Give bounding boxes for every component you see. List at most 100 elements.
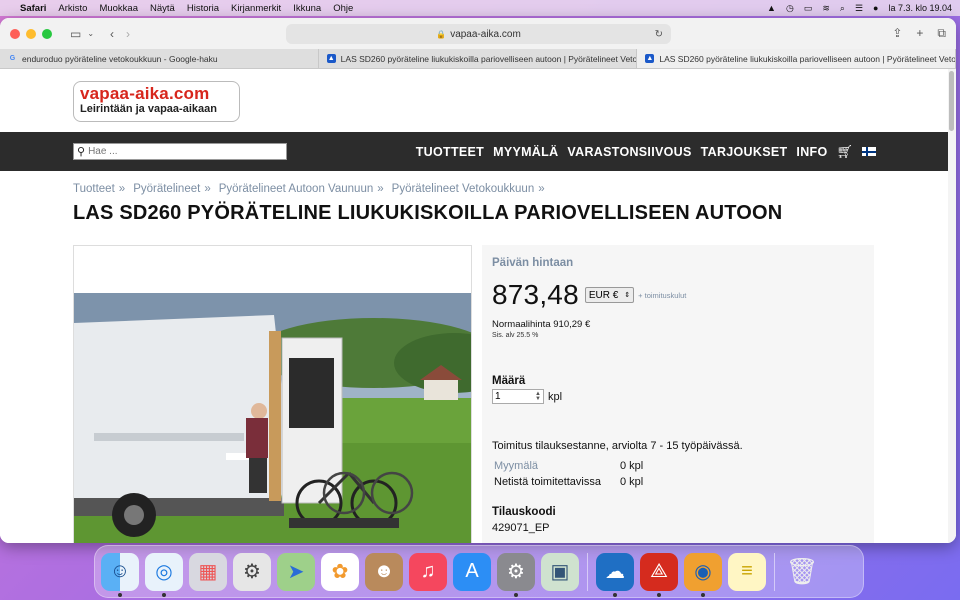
order-code-label: Tilauskoodi [492, 506, 556, 518]
breadcrumb-separator: » [377, 183, 384, 195]
search-icon[interactable]: ⚲ [77, 145, 85, 158]
warning-icon[interactable]: ▲ [767, 3, 776, 13]
tab-product-1[interactable]: ▲ LAS SD260 pyöräteline liukukiskoilla p… [319, 49, 638, 68]
new-tab-icon[interactable]: + [916, 26, 923, 41]
google-icon: G [9, 55, 16, 62]
select-arrows-icon: ⇕ [624, 292, 631, 299]
stock-location-store[interactable]: Myymälä [492, 458, 618, 474]
notes-icon[interactable]: ≡ [728, 552, 766, 591]
dock: ☺ ◎ ▦ ⚙ ➤ ✿ ☻ ♫ A ⚙ ▣ ☁ ⟁ ◉ ≡ 🗑︎ [94, 545, 864, 598]
finnish-flag-icon[interactable] [862, 147, 876, 156]
normal-price: Normaalihinta 910,29 € [492, 319, 591, 330]
menu-nayta[interactable]: Näytä [150, 3, 175, 14]
breadcrumb-separator: » [118, 183, 126, 195]
quantity-label: Määrä [492, 375, 526, 387]
shipping-link[interactable]: + toimituskulut [638, 291, 686, 300]
photos-icon[interactable]: ✿ [321, 552, 359, 591]
product-photo[interactable] [74, 293, 472, 543]
tab-product-2-active[interactable]: ▲ LAS SD260 pyöräteline liukukiskoilla p… [637, 49, 956, 68]
safari-window: ▭ ⌄ ‹ › 🔒 vapaa-aika.com ↻ ⇪ + ⧉ G endur… [0, 18, 956, 543]
contacts-icon[interactable]: ☻ [365, 552, 403, 591]
nav-tuotteet[interactable]: TUOTTEET [416, 145, 484, 159]
nav-myymala[interactable]: MYYMÄLÄ [493, 145, 558, 159]
search-input[interactable] [88, 146, 269, 157]
address-url: vapaa-aika.com [450, 28, 521, 40]
minimize-window-button[interactable] [26, 28, 36, 39]
product-image-frame [73, 245, 472, 543]
menu-kirjanmerkit[interactable]: Kirjanmerkit [231, 3, 281, 14]
app-store-icon[interactable]: A [453, 552, 491, 591]
vat-note: Sis. alv 25.5 % [492, 332, 539, 339]
menu-ohje[interactable]: Ohje [333, 3, 353, 14]
trash-icon[interactable]: 🗑︎ [783, 553, 821, 591]
reload-icon[interactable]: ↻ [655, 29, 663, 40]
breadcrumb-item[interactable]: Pyörätelineet [133, 183, 200, 195]
breadcrumb-item[interactable]: Pyörätelineet Autoon Vaunuun [219, 183, 374, 195]
dock-separator [587, 552, 588, 591]
siri-icon[interactable]: ● [873, 3, 878, 13]
cart-icon[interactable]: 🛒︎ [836, 144, 853, 160]
table-row: Netistä toimitettavissa 0 kpl [492, 474, 645, 490]
scrollbar-thumb[interactable] [949, 71, 954, 131]
quantity-stepper[interactable]: 1 ▲ ▼ [492, 389, 544, 404]
site-logo[interactable]: vapaa-aika.com Leirintään ja vapaa-aikaa… [73, 81, 240, 122]
launchpad-icon[interactable]: ▦ [189, 552, 227, 591]
network-globe-icon[interactable]: ◉ [684, 552, 722, 597]
stock-count: 0 kpl [620, 476, 644, 488]
price-panel: Päivän hintaan 873,48 EUR € ⇕ + toimitus… [482, 245, 874, 543]
share-icon[interactable]: ⇪ [892, 26, 902, 41]
price-value: 873,48 [492, 279, 579, 310]
system-preferences-icon[interactable]: ⚙ [497, 552, 535, 597]
breadcrumb-separator: » [204, 183, 211, 195]
sidebar-chevron-down-icon[interactable]: ⌄ [87, 29, 94, 38]
breadcrumb-item[interactable]: Pyörätelineet Vetokoukkuun [392, 183, 535, 195]
nav-info[interactable]: INFO [796, 145, 827, 159]
main-navigation: ⚲ TUOTTEET MYYMÄLÄ VARASTONSIIVOUS TARJO… [0, 132, 948, 171]
back-icon[interactable]: ‹ [110, 27, 114, 41]
nav-varastonsiivous[interactable]: VARASTONSIIVOUS [567, 145, 691, 159]
finder-icon[interactable]: ☺ [101, 552, 139, 597]
automator-icon[interactable]: ⚙ [233, 552, 271, 591]
tab-overview-icon[interactable]: ⧉ [937, 26, 946, 41]
browser-toolbar: ▭ ⌄ ‹ › 🔒 vapaa-aika.com ↻ ⇪ + ⧉ [0, 18, 956, 49]
site-icon: ▲ [645, 54, 655, 63]
order-code-value: 429071_EP [492, 522, 550, 534]
currency-select[interactable]: EUR € ⇕ [584, 287, 635, 303]
stock-count: 0 kpl [620, 460, 644, 472]
menubar-clock[interactable]: la 7.3. klo 19.04 [888, 3, 952, 13]
nav-tarjoukset[interactable]: TARJOUKSET [701, 145, 788, 159]
openoffice-icon[interactable]: ☁ [596, 552, 634, 597]
menu-bar: Safari Arkisto Muokkaa Näytä Historia Ki… [0, 0, 960, 16]
control-center-icon[interactable]: ☰ [855, 3, 863, 14]
menu-arkisto[interactable]: Arkisto [58, 3, 87, 14]
sidebar-toggle-icon[interactable]: ▭ [70, 27, 81, 41]
logo-tagline: Leirintään ja vapaa-aikaan [80, 103, 217, 115]
address-bar[interactable]: 🔒 vapaa-aika.com ↻ [286, 24, 671, 44]
menu-app-safari[interactable]: Safari [20, 3, 46, 14]
acrobat-icon[interactable]: ⟁ [640, 552, 678, 597]
dock-separator [774, 552, 775, 591]
zoom-window-button[interactable] [42, 28, 52, 39]
price-label: Päivän hintaan [492, 257, 574, 269]
breadcrumb-item[interactable]: Tuotteet [73, 183, 115, 195]
menu-ikkuna[interactable]: Ikkuna [293, 3, 321, 14]
close-window-button[interactable] [10, 28, 20, 39]
forward-icon[interactable]: › [126, 27, 130, 41]
wifi-icon[interactable]: ≋ [822, 3, 830, 14]
music-icon[interactable]: ♫ [409, 552, 447, 591]
stepper-arrows-icon[interactable]: ▲ ▼ [535, 391, 543, 402]
maps-icon[interactable]: ➤ [277, 552, 315, 591]
site-search[interactable]: ⚲ [73, 143, 287, 160]
menu-muokkaa[interactable]: Muokkaa [99, 3, 138, 14]
safari-icon[interactable]: ◎ [145, 552, 183, 597]
page-scrollbar[interactable] [948, 69, 956, 543]
archive-utility-icon[interactable]: ▣ [541, 552, 579, 591]
table-row: Myymälä 0 kpl [492, 458, 645, 474]
tab-label: enduroduo pyöräteline vetokoukkuun - Goo… [22, 53, 218, 64]
tab-google-search[interactable]: G enduroduo pyöräteline vetokoukkuun - G… [0, 49, 319, 68]
battery-icon[interactable]: ▭ [804, 3, 813, 14]
time-machine-icon[interactable]: ◷ [786, 3, 794, 14]
menu-historia[interactable]: Historia [187, 3, 219, 14]
breadcrumb: Tuotteet» Pyörätelineet» Pyörätelineet A… [73, 183, 549, 195]
spotlight-search-icon[interactable]: ⌕ [840, 3, 845, 14]
